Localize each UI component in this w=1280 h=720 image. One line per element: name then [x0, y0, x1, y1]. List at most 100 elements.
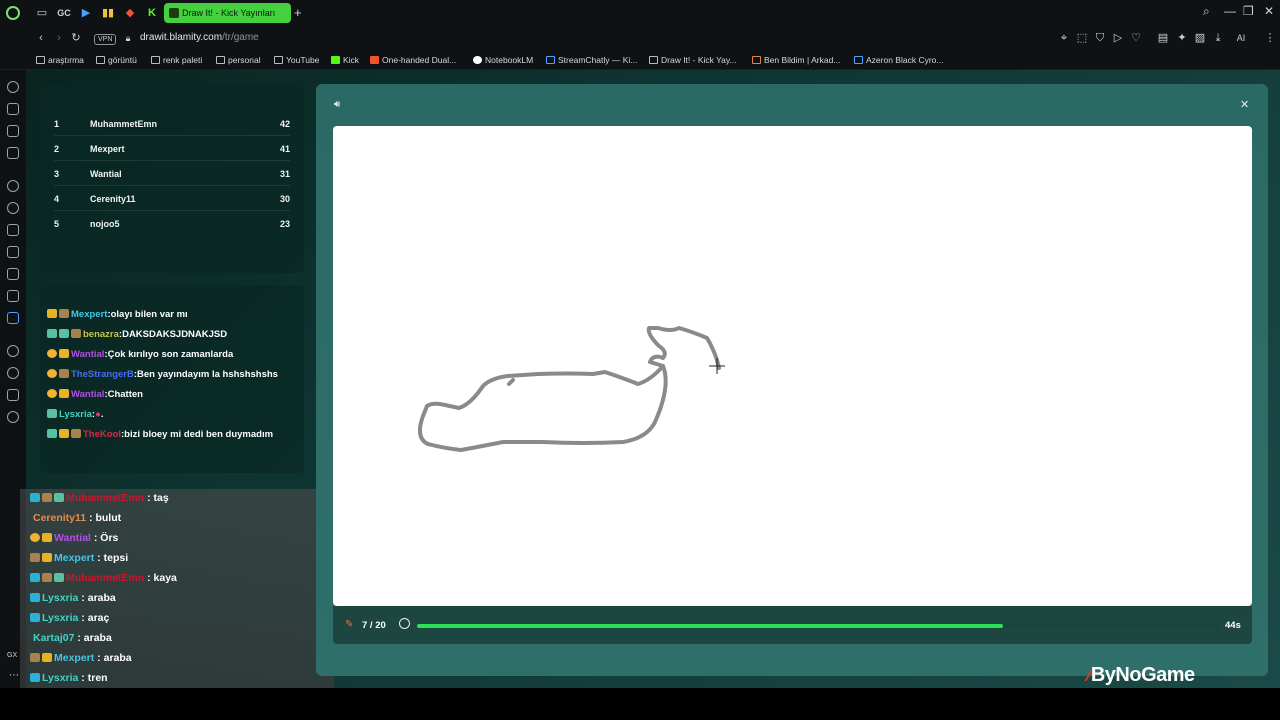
notes-icon[interactable]: ▤ — [1155, 30, 1171, 46]
minimize-icon[interactable]: — — [1224, 4, 1236, 18]
chat-message: Mexpert:olayı bilen var mı — [47, 309, 188, 320]
chat-text: Çok kırılıyo son zamanlarda — [107, 349, 234, 360]
history-icon[interactable] — [7, 367, 19, 379]
settings-icon[interactable] — [7, 411, 19, 423]
drawing-canvas[interactable] — [333, 126, 1252, 606]
restore-icon[interactable]: ❐ — [1243, 4, 1254, 18]
bookmark-kick[interactable]: Kick — [331, 55, 359, 65]
bookmark-label: Ben Bildim | Arkad... — [764, 55, 841, 65]
bynogame-watermark: ⁄ByNoGame — [1088, 664, 1195, 687]
tab-title: Draw It! - Kick Yayınları — [182, 8, 276, 18]
rank: 1 — [54, 119, 60, 129]
url-field[interactable]: drawit.blamity.com/tr/game — [140, 32, 259, 43]
pinned-tab-kick-icon[interactable]: K — [144, 5, 160, 21]
gx-control-icon[interactable] — [7, 103, 19, 115]
folder-icon — [96, 56, 105, 64]
bookmark-draw-it[interactable]: Draw It! - Kick Yay... — [649, 55, 737, 65]
overlay-text: araba — [87, 592, 116, 604]
app-icon[interactable] — [7, 312, 19, 324]
overlay-username: Lysxria — [42, 592, 79, 604]
tab-draw-it[interactable]: Draw It! - Kick Yayınları — [164, 3, 291, 23]
opera-gx-logo-icon[interactable] — [6, 6, 20, 20]
overlay-message: Lysxria : araç — [30, 612, 109, 624]
arm-badge-icon — [42, 573, 52, 582]
bookmark-youtube[interactable]: YouTube — [274, 55, 319, 65]
bookmark-personal[interactable]: personal — [216, 55, 261, 65]
play-icon[interactable]: ▷ — [1110, 30, 1126, 46]
chat-username: TheStrangerB — [71, 369, 134, 380]
pinned-tab-gc[interactable]: GC — [56, 5, 72, 21]
player-score: 41 — [279, 144, 290, 154]
overlay-message: Mexpert : araba — [30, 652, 132, 664]
pinned-tab-bars-icon[interactable]: ▮▮ — [100, 5, 116, 21]
tiktok-icon[interactable] — [7, 268, 19, 280]
crown-badge-icon — [59, 349, 69, 358]
chat-message: benazra:DAKSDAKSJDNAKJSD — [47, 329, 227, 340]
speed-dial-icon[interactable] — [7, 81, 19, 93]
close-modal-icon[interactable]: ✕ — [1240, 98, 1249, 111]
pinned-tab-diamond-icon[interactable]: ◆ — [122, 5, 138, 21]
player-score: 42 — [279, 119, 290, 129]
overlay-text: araba — [103, 652, 132, 664]
bookmark-arastirma[interactable]: araştırma — [36, 55, 84, 65]
mail-icon[interactable] — [7, 147, 19, 159]
download-icon[interactable]: ⤓ — [1210, 30, 1226, 46]
bookmark-one-handed[interactable]: One-handed Dual... — [370, 55, 456, 65]
new-tab-icon[interactable]: + — [294, 5, 302, 20]
chat-username: Wantial — [71, 349, 105, 360]
bookmark-label: renk paleti — [163, 55, 203, 65]
heart-icon[interactable]: ♡ — [1128, 30, 1144, 46]
bookmark-notebooklm[interactable]: NotebookLM — [473, 55, 533, 65]
player-name: Cerenity11 — [90, 194, 136, 204]
bookmark-goruntu[interactable]: görüntü — [96, 55, 137, 65]
camera-icon[interactable]: ⌖ — [1056, 30, 1072, 46]
whatsapp-icon[interactable] — [7, 202, 19, 214]
bookmark-streamchatly[interactable]: StreamChatly — Ki... — [546, 55, 637, 65]
overlay-username: Cerenity11 — [33, 512, 87, 524]
badge-icon — [30, 573, 40, 582]
crown-badge-icon — [59, 389, 69, 398]
watermark-text: ByNoGame — [1090, 664, 1195, 686]
discord-icon[interactable] — [7, 224, 19, 236]
more-icon[interactable]: ⋯ — [9, 670, 19, 681]
player-name: nojoo5 — [90, 219, 120, 229]
shield-icon[interactable]: ⛉ — [1092, 30, 1108, 46]
sword-badge-icon — [47, 329, 57, 338]
instagram-icon[interactable] — [7, 246, 19, 258]
sound-icon[interactable]: 🔊︎ — [334, 99, 340, 110]
extensions-icon[interactable] — [7, 389, 19, 401]
lock-icon[interactable]: 🔒︎ — [120, 30, 136, 46]
workspace-icon[interactable]: ▭ — [34, 5, 50, 21]
drawing-sketch — [417, 326, 725, 452]
search-icon[interactable]: ⌕ — [1203, 4, 1210, 19]
bookmark-ben-bildim[interactable]: Ben Bildim | Arkad... — [752, 55, 840, 65]
chat-text: DAKSDAKSJDNAKJSD — [122, 329, 228, 340]
player-icon[interactable] — [7, 345, 19, 357]
chat-message: TheKool:bizi bloey mi dedi ben duymadım — [47, 429, 273, 440]
menu-icon[interactable]: ⋮ — [1262, 30, 1278, 46]
snapshot-icon[interactable]: ⬚ — [1074, 30, 1090, 46]
overlay-message: Mexpert : tepsi — [30, 552, 128, 564]
back-icon[interactable]: ‹ — [33, 30, 49, 46]
rank: 5 — [54, 219, 60, 229]
ai-button[interactable]: AI — [1230, 30, 1252, 46]
forward-icon[interactable]: › — [51, 30, 67, 46]
folder-icon — [216, 56, 225, 64]
bookmark-renk-paleti[interactable]: renk paleti — [151, 55, 202, 65]
image-icon[interactable]: ▨ — [1192, 30, 1208, 46]
bookmark-azeron[interactable]: Azeron Black Cyro... — [854, 55, 943, 65]
reload-icon[interactable]: ↻ — [68, 30, 84, 46]
folder-icon — [151, 56, 160, 64]
notebooklm-icon — [473, 56, 482, 64]
extensions-icon[interactable]: ✦ — [1174, 30, 1190, 46]
leaderboard-row: 3 Wantial 31 — [54, 162, 290, 186]
vpn-badge[interactable]: VPN — [94, 34, 117, 45]
chatgpt-icon[interactable] — [7, 180, 19, 192]
x-icon[interactable] — [7, 290, 19, 302]
close-window-icon[interactable]: ✕ — [1264, 4, 1274, 18]
overlay-message: MuhammetEmn : taş — [30, 492, 169, 504]
grid-badge-icon — [54, 573, 64, 582]
pinned-tab-play-icon[interactable]: ▶ — [78, 5, 94, 21]
gx-cleaner-icon[interactable] — [7, 125, 19, 137]
bookmarks-bar: araştırma görüntü renk paleti personal Y… — [0, 50, 1280, 70]
